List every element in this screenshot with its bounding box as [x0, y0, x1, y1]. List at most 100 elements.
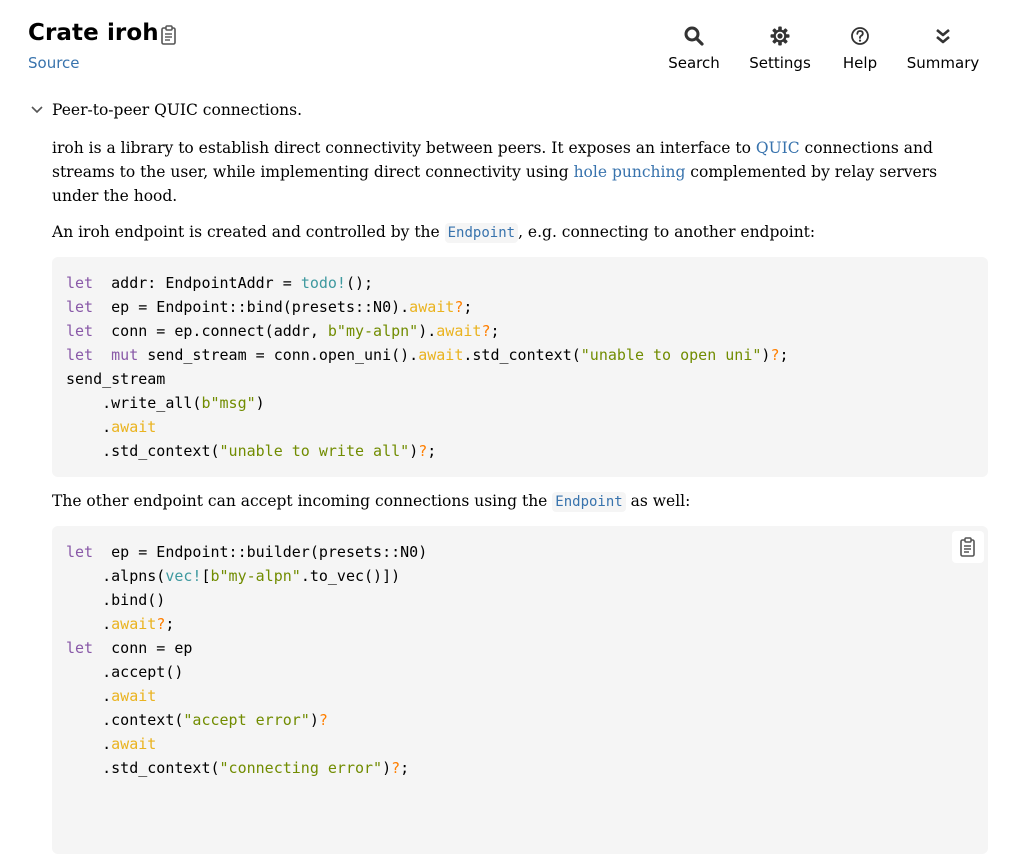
code-example-connect: let addr: EndpointAddr = todo!(); let ep … [52, 257, 988, 477]
code-token: ? [156, 615, 166, 633]
code-line: .std_context("unable to write all")?; [66, 439, 974, 463]
chevron-down-icon [31, 106, 43, 114]
source-link[interactable]: Source [28, 54, 80, 72]
code-token: send_stream = conn.open_uni(). [138, 346, 419, 364]
code-token: ) [255, 394, 265, 412]
code-token: (); [345, 274, 374, 292]
endpoint-text: An iroh endpoint is created and controll… [52, 223, 445, 241]
code-token: ? [454, 298, 464, 316]
docblock-toggle: Peer-to-peer QUIC connections. [28, 101, 302, 119]
help-icon [851, 27, 869, 45]
code-token: b"my-alpn" [210, 567, 301, 585]
clipboard-icon [161, 25, 176, 45]
code-token: await [111, 418, 157, 436]
code-token: let [66, 274, 94, 292]
code-line: let conn = ep [66, 636, 974, 660]
code-token: ep = Endpoint::bind(presets::N0). [93, 298, 410, 316]
code-token: conn = ep [93, 639, 193, 657]
code-line: .await [66, 415, 974, 439]
code-token: vec! [165, 567, 202, 585]
copy-item-path-button[interactable] [158, 24, 180, 46]
help-label: Help [842, 54, 878, 72]
intro-paragraph: iroh is a library to establish direct co… [52, 136, 988, 208]
code-token: "accept error" [183, 711, 310, 729]
code-token: ; [427, 442, 437, 460]
help-button[interactable]: Help [830, 24, 890, 72]
code-line: let conn = ep.connect(addr, b"my-alpn").… [66, 319, 974, 343]
code-line: .await [66, 732, 974, 756]
clipboard-icon [960, 537, 975, 557]
code-line: .write_all(b"msg") [66, 391, 974, 415]
accept-text: as well: [625, 492, 691, 510]
code-token: "unable to open uni" [580, 346, 762, 364]
code-token: ; [400, 759, 410, 777]
code-token: await [409, 298, 455, 316]
code-token: ? [418, 442, 428, 460]
code-token: ? [391, 759, 401, 777]
hole-punching-link[interactable]: hole punching [574, 163, 686, 181]
code-token: b"msg" [201, 394, 256, 412]
search-icon [684, 26, 704, 46]
code-token: .std_context( [463, 346, 581, 364]
search-label: Search [668, 54, 720, 72]
code-token: .write_all( [66, 394, 202, 412]
page-title: Crate iroh [28, 20, 159, 46]
code-token: .accept() [66, 663, 184, 681]
code-token: .context( [66, 711, 184, 729]
code-token: b"my-alpn" [327, 322, 419, 340]
code-token: . [66, 615, 112, 633]
code-token: ) [409, 442, 419, 460]
code-token: todo! [300, 274, 346, 292]
code-line: .std_context("connecting error")?; [66, 756, 974, 780]
docblock-summary: Peer-to-peer QUIC connections. [52, 101, 303, 119]
docblock: iroh is a library to establish direct co… [52, 136, 988, 854]
code-example-accept: let ep = Endpoint::builder(presets::N0) … [52, 526, 988, 854]
code-line: let ep = Endpoint::bind(presets::N0).awa… [66, 295, 974, 319]
code-line: .context("accept error")? [66, 708, 974, 732]
code-token: await [418, 346, 464, 364]
summary-label: Summary [906, 54, 980, 72]
code-token: ep = Endpoint::builder(presets::N0) [93, 543, 428, 561]
copy-code-button[interactable] [952, 531, 984, 563]
code-token: . [66, 735, 112, 753]
code-token: let [66, 639, 94, 657]
code-token: ) [309, 711, 319, 729]
code-token: await [436, 322, 482, 340]
code-token: let [66, 543, 94, 561]
code-line: .bind() [66, 588, 974, 612]
code-token: await [111, 615, 157, 633]
code-token: await [111, 687, 157, 705]
code-line: .accept() [66, 660, 974, 684]
collapse-toggle-button[interactable] [28, 101, 46, 119]
settings-button[interactable]: Settings [740, 24, 820, 72]
endpoint-type-link[interactable]: Endpoint [444, 223, 519, 243]
code-token: .std_context( [66, 759, 220, 777]
code-token: .to_vec()]) [300, 567, 401, 585]
code-token: let [66, 322, 94, 340]
code-token: send_stream [66, 370, 166, 388]
code-token: let [66, 298, 94, 316]
code-token: ; [779, 346, 789, 364]
summary-button[interactable]: Summary [902, 24, 984, 72]
code-token: . [66, 418, 112, 436]
endpoint-type-link[interactable]: Endpoint [552, 492, 626, 512]
settings-label: Settings [749, 54, 811, 72]
code-token: ; [490, 322, 500, 340]
code-token: . [66, 687, 112, 705]
code-line: send_stream [66, 367, 974, 391]
gear-icon [770, 26, 790, 46]
quic-link[interactable]: QUIC [756, 139, 800, 157]
code-token: .bind() [66, 591, 166, 609]
code-line: .alpns(vec![b"my-alpn".to_vec()]) [66, 564, 974, 588]
code-token: await [111, 735, 157, 753]
code-token: .std_context( [66, 442, 220, 460]
accept-paragraph: The other endpoint can accept incoming c… [52, 489, 988, 514]
code-line: .await?; [66, 612, 974, 636]
endpoint-paragraph: An iroh endpoint is created and controll… [52, 220, 988, 245]
code-token: addr: EndpointAddr = [93, 274, 301, 292]
endpoint-text: , e.g. connecting to another endpoint: [518, 223, 816, 241]
code-token: conn = ep.connect(addr, [93, 322, 328, 340]
code-token: ) [382, 759, 392, 777]
search-button[interactable]: Search [658, 24, 730, 72]
